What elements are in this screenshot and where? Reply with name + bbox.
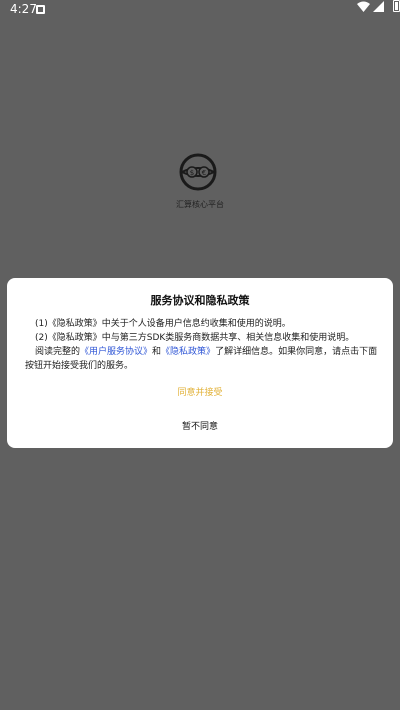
user-agreement-link[interactable]: 《用户服务协议》	[80, 347, 152, 357]
para-and: 和	[152, 347, 162, 357]
notification-icon	[36, 5, 45, 14]
status-bar: 4:27	[0, 0, 400, 20]
app-name: 汇算核心平台	[176, 200, 224, 209]
status-time: 4:27	[10, 2, 37, 16]
para-prefix: 阅读完整的	[35, 347, 81, 357]
svg-text:€: €	[202, 169, 206, 177]
policy-item-1: (1)《隐私政策》中关于个人设备用户信息约收集和使用的说明。	[35, 319, 291, 329]
dialog-body: (1)《隐私政策》中关于个人设备用户信息约收集和使用的说明。 (2)《隐私政策》…	[25, 317, 381, 373]
app-logo-icon: $ €	[179, 153, 217, 191]
policy-paragraph: 阅读完整的《用户服务协议》和《隐私政策》了解详细信息。如果你同意，请点击下面按钮…	[25, 345, 381, 373]
privacy-policy-link[interactable]: 《隐私政策》	[161, 347, 215, 357]
privacy-dialog: 服务协议和隐私政策 (1)《隐私政策》中关于个人设备用户信息约收集和使用的说明。…	[7, 278, 393, 448]
policy-item-2: (2)《隐私政策》中与第三方SDK类服务商数据共享、相关信息收集和使用说明。	[35, 333, 355, 343]
accept-button[interactable]: 同意并接受	[7, 383, 393, 403]
wifi-icon	[357, 1, 370, 12]
dialog-title: 服务协议和隐私政策	[150, 294, 250, 307]
cellular-icon	[373, 1, 384, 12]
decline-button[interactable]: 暂不同意	[7, 417, 393, 437]
svg-text:$: $	[190, 169, 194, 177]
battery-icon	[393, 0, 400, 12]
